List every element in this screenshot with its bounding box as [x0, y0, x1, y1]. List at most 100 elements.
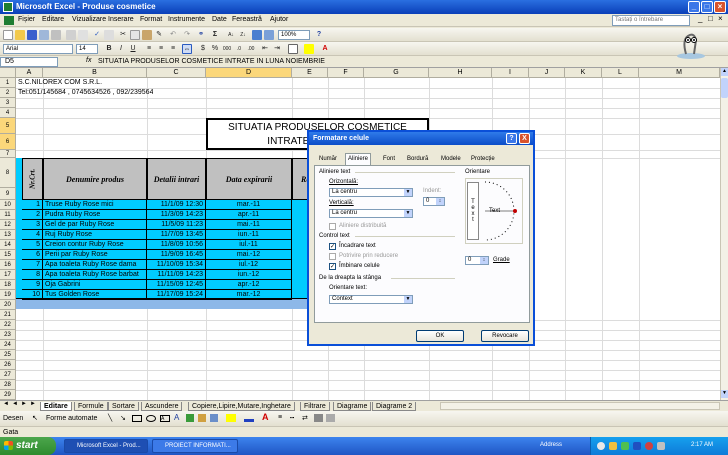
picture-icon[interactable] [210, 414, 218, 422]
row-header[interactable]: 1 [0, 78, 16, 88]
close-button[interactable]: × [714, 1, 726, 13]
ok-button[interactable]: OK [416, 330, 464, 342]
scroll-thumb[interactable] [721, 78, 728, 98]
office-assistant-clippy[interactable] [674, 30, 708, 60]
sort-descending-icon[interactable]: Z↓ [238, 30, 248, 40]
row-header[interactable]: 19 [0, 290, 16, 300]
company-name-cell[interactable]: S.C.NILOREX COM S.R.L. [18, 79, 102, 86]
autosum-icon[interactable]: Σ [210, 30, 220, 40]
cell-date[interactable]: 11/17/09 15:24 [147, 290, 206, 300]
cell-nr[interactable]: 2 [22, 210, 43, 220]
cancel-button[interactable]: Revocare [481, 330, 529, 342]
column-header-k[interactable]: K [565, 68, 602, 78]
align-left-icon[interactable]: ≡ [144, 44, 154, 54]
currency-icon[interactable]: $ [198, 44, 208, 54]
cell-product[interactable]: Ruj Ruby Rose [43, 230, 147, 240]
tray-icon[interactable] [597, 442, 605, 450]
orientation-dial[interactable] [481, 180, 523, 242]
maximize-button[interactable]: □ [701, 1, 713, 13]
bold-button[interactable]: B [104, 44, 114, 54]
cell-nr[interactable]: 7 [22, 260, 43, 270]
clock[interactable]: 2:17 AM [691, 442, 713, 448]
menu-view[interactable]: Vizualizare [72, 16, 106, 23]
row-header[interactable]: 28 [0, 380, 16, 390]
bluetooth-icon[interactable] [633, 442, 641, 450]
cell-expiry[interactable]: mar.-11 [206, 200, 292, 210]
row-header[interactable]: 14 [0, 240, 16, 250]
sheet-tab-copiere[interactable]: Copiere,Lipire,Mutare,Inghetare [188, 402, 295, 411]
italic-button[interactable]: I [116, 44, 126, 54]
row-header[interactable]: 8 [0, 158, 16, 188]
row-header[interactable]: 25 [0, 350, 16, 360]
menu-insert[interactable]: Inserare [108, 16, 134, 23]
3d-icon[interactable] [326, 414, 335, 422]
underline-button[interactable]: U [128, 44, 138, 54]
oval-icon[interactable] [146, 415, 156, 422]
line-icon[interactable]: ╲ [108, 414, 112, 422]
cell-date[interactable]: 11/5/09 11:23 [147, 220, 206, 230]
font-color-icon[interactable]: A [320, 44, 330, 54]
degrees-spinner[interactable]: 0 ↕ [465, 256, 489, 265]
scroll-down-arrow[interactable]: ▼ [721, 390, 728, 398]
row-header[interactable]: 4 [0, 108, 16, 118]
align-right-icon[interactable]: ≡ [168, 44, 178, 54]
cell-nr[interactable]: 1 [22, 200, 43, 210]
cell-product[interactable]: Tus Golden Rose [43, 290, 147, 300]
cell-expiry[interactable]: iun.-11 [206, 230, 292, 240]
doc-restore-button[interactable]: □ [708, 14, 713, 23]
sheet-tab-sortare[interactable]: Sortare [108, 402, 139, 411]
menu-format[interactable]: Format [140, 16, 162, 23]
dialog-title-bar[interactable]: Formatare celule ? X [309, 132, 533, 145]
dialog-help-button[interactable]: ? [506, 133, 517, 144]
tab-protection[interactable]: Protecție [469, 154, 497, 165]
excel-doc-icon[interactable] [4, 16, 14, 25]
volume-icon[interactable] [657, 442, 665, 450]
merge-center-icon[interactable]: ⇔ [182, 44, 192, 54]
paste-icon[interactable] [142, 30, 152, 40]
tray-icon[interactable] [645, 442, 653, 450]
header-details[interactable]: Detalii intrari [147, 158, 206, 200]
cell-date[interactable]: 11/1/09 12:30 [147, 200, 206, 210]
row-header[interactable]: 2 [0, 88, 16, 98]
vertical-scrollbar[interactable]: ▲ ▼ [720, 68, 728, 400]
drawing-icon[interactable] [264, 30, 274, 40]
row-header[interactable]: 3 [0, 98, 16, 108]
cell-date[interactable]: 11/7/09 13:45 [147, 230, 206, 240]
column-header-h[interactable]: H [429, 68, 492, 78]
save-icon[interactable] [27, 30, 37, 40]
decrease-decimal-icon[interactable]: .00 [246, 44, 256, 54]
align-center-icon[interactable]: ≡ [156, 44, 166, 54]
cell-date[interactable]: 11/3/09 14:23 [147, 210, 206, 220]
row-header[interactable]: 18 [0, 280, 16, 290]
tab-scroll-prev-icon[interactable]: ◄ [12, 401, 18, 407]
borders-icon[interactable] [288, 44, 298, 54]
copy-icon[interactable] [130, 30, 140, 40]
increase-decimal-icon[interactable]: .0 [234, 44, 244, 54]
tab-border[interactable]: Bordură [405, 154, 430, 165]
email-icon[interactable] [51, 30, 61, 40]
row-header[interactable]: 27 [0, 370, 16, 380]
cell-date[interactable]: 11/8/09 10:56 [147, 240, 206, 250]
taskbar-excel[interactable]: Microsoft Excel - Prod... [64, 439, 148, 453]
menu-data[interactable]: Date [212, 16, 227, 23]
row-header[interactable]: 17 [0, 270, 16, 280]
doc-close-button[interactable]: × [718, 14, 723, 23]
diagram-icon[interactable] [186, 414, 194, 422]
row-header[interactable]: 20 [0, 300, 16, 310]
justify-distributed-checkbox[interactable] [329, 223, 336, 230]
percent-icon[interactable]: % [210, 44, 220, 54]
row-header[interactable]: 12 [0, 220, 16, 230]
row-header[interactable]: 11 [0, 210, 16, 220]
font-combo[interactable]: Arial [3, 44, 73, 54]
row-header[interactable]: 6 [0, 134, 16, 150]
font-color-draw-icon[interactable]: A [262, 412, 269, 422]
dash-style-icon[interactable]: ┅ [290, 414, 294, 422]
formula-input[interactable]: SITUATIA PRODUSELOR COSMETICE INTRATE IN… [98, 58, 325, 65]
minimize-button[interactable]: _ [688, 1, 700, 13]
row-header[interactable]: 13 [0, 230, 16, 240]
zoom-combo[interactable]: 100% [278, 30, 310, 40]
cell-nr[interactable]: 10 [22, 290, 43, 300]
cell-expiry[interactable]: mar.-12 [206, 290, 292, 300]
row-header[interactable]: 24 [0, 340, 16, 350]
autoshapes-menu[interactable]: Forme automate [46, 415, 97, 422]
